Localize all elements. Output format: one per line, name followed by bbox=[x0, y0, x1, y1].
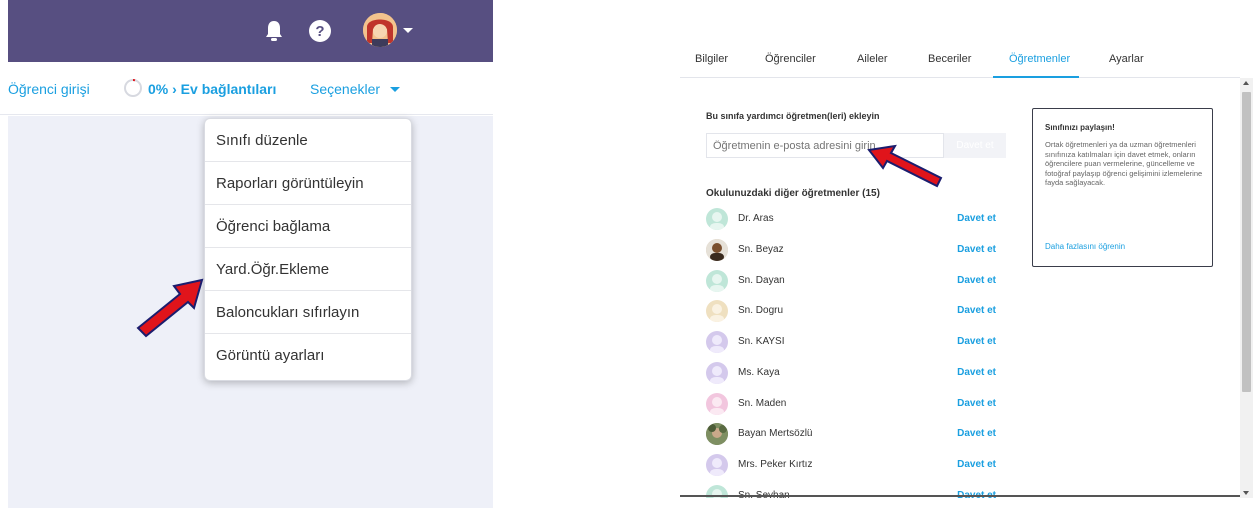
list-item: Ms. Kaya Davet et bbox=[706, 362, 1006, 390]
teacher-name: Ms. Kaya bbox=[738, 367, 780, 378]
menu-item-reset-bubbles[interactable]: Baloncukları sıfırlayın bbox=[205, 291, 411, 334]
menu-item-add-coteacher[interactable]: Yard.Öğr.Ekleme bbox=[205, 248, 411, 291]
scroll-up-icon[interactable] bbox=[1243, 81, 1249, 85]
list-item: Bayan Mertsözlü Davet et bbox=[706, 423, 1006, 451]
red-arrow-annotation bbox=[867, 144, 943, 188]
list-item: Sn. Maden Davet et bbox=[706, 393, 1006, 421]
share-card-body: Ortak öğretmenleri ya da uzman öğretmenl… bbox=[1045, 140, 1203, 188]
tab-students[interactable]: Öğrenciler bbox=[765, 53, 816, 65]
tab-settings[interactable]: Ayarlar bbox=[1109, 53, 1144, 65]
teacher-name: Sn. Dayan bbox=[738, 275, 785, 286]
invite-teacher-link[interactable]: Davet et bbox=[957, 213, 996, 224]
invite-teacher-link[interactable]: Davet et bbox=[957, 367, 996, 378]
share-class-card: Sınıfınızı paylaşın! Ortak öğretmenleri … bbox=[1032, 108, 1213, 267]
avatar bbox=[706, 393, 728, 415]
list-item: Sn. Dogru Davet et bbox=[706, 300, 1006, 328]
progress-ring-icon bbox=[124, 79, 142, 97]
invite-teacher-link[interactable]: Davet et bbox=[957, 305, 996, 316]
other-teachers-heading: Okulunuzdaki diğer öğretmenler (15) bbox=[706, 188, 880, 199]
class-subnav: Öğrenci girişi 0% › Ev bağlantıları Seçe… bbox=[0, 62, 493, 115]
share-card-title: Sınıfınızı paylaşın! bbox=[1045, 123, 1115, 132]
divider bbox=[680, 495, 1240, 497]
left-panel: ? Öğrenci girişi 0% › Ev bağlantıları Se… bbox=[0, 0, 493, 508]
active-tab-indicator bbox=[993, 76, 1079, 78]
tab-info[interactable]: Bilgiler bbox=[695, 53, 728, 65]
list-item: Dr. Aras Davet et bbox=[706, 208, 1006, 236]
scrollbar[interactable] bbox=[1240, 78, 1253, 498]
class-tabs: Bilgiler Öğrenciler Aileler Beceriler Öğ… bbox=[680, 38, 1240, 78]
avatar bbox=[706, 239, 728, 261]
avatar bbox=[706, 362, 728, 384]
options-menu: Sınıfı düzenle Raporları görüntüleyin Öğ… bbox=[204, 118, 412, 381]
teacher-name: Sn. Dogru bbox=[738, 305, 784, 316]
options-dropdown[interactable]: Seçenekler bbox=[310, 81, 380, 97]
home-connections-link[interactable]: 0% › Ev bağlantıları bbox=[148, 81, 276, 97]
red-arrow-annotation bbox=[136, 278, 204, 338]
list-item: Sn. Dayan Davet et bbox=[706, 270, 1006, 298]
teacher-name: Bayan Mertsözlü bbox=[738, 428, 813, 439]
scroll-thumb[interactable] bbox=[1242, 92, 1251, 392]
invite-teacher-link[interactable]: Davet et bbox=[957, 428, 996, 439]
scroll-down-icon[interactable] bbox=[1243, 491, 1249, 495]
user-avatar-menu[interactable] bbox=[363, 13, 423, 49]
menu-item-edit-class[interactable]: Sınıfı düzenle bbox=[205, 119, 411, 162]
student-login-link[interactable]: Öğrenci girişi bbox=[8, 81, 90, 97]
avatar bbox=[706, 423, 728, 445]
chevron-down-icon bbox=[403, 28, 413, 33]
learn-more-link[interactable]: Daha fazlasını öğrenin bbox=[1045, 242, 1125, 251]
help-icon[interactable]: ? bbox=[307, 18, 333, 44]
top-navbar: ? bbox=[8, 0, 493, 62]
invite-teacher-link[interactable]: Davet et bbox=[957, 398, 996, 409]
composite-screenshot: ? Öğrenci girişi 0% › Ev bağlantıları Se… bbox=[0, 0, 1253, 508]
list-item: Sn. Beyaz Davet et bbox=[706, 239, 1006, 267]
right-panel: Bilgiler Öğrenciler Aileler Beceriler Öğ… bbox=[680, 38, 1253, 498]
avatar bbox=[706, 208, 728, 230]
list-item: Mrs. Peker Kırtız Davet et bbox=[706, 454, 1006, 482]
add-coteacher-label: Bu sınıfa yardımcı öğretmen(leri) ekleyi… bbox=[706, 111, 880, 121]
svg-text:?: ? bbox=[315, 23, 324, 40]
avatar bbox=[706, 270, 728, 292]
menu-item-connect-students[interactable]: Öğrenci bağlama bbox=[205, 205, 411, 248]
avatar bbox=[706, 300, 728, 322]
teacher-name: Dr. Aras bbox=[738, 213, 774, 224]
menu-item-display-settings[interactable]: Görüntü ayarları bbox=[205, 334, 411, 377]
invite-teacher-link[interactable]: Davet et bbox=[957, 336, 996, 347]
tab-families[interactable]: Aileler bbox=[857, 53, 888, 65]
tab-teachers[interactable]: Öğretmenler bbox=[1009, 53, 1070, 65]
avatar bbox=[706, 331, 728, 353]
invite-teacher-link[interactable]: Davet et bbox=[957, 459, 996, 470]
invite-teacher-link[interactable]: Davet et bbox=[957, 275, 996, 286]
bell-icon[interactable] bbox=[261, 18, 287, 44]
tab-skills[interactable]: Beceriler bbox=[928, 53, 971, 65]
teacher-name: Mrs. Peker Kırtız bbox=[738, 459, 813, 470]
chevron-down-icon bbox=[390, 87, 400, 92]
teacher-name: Sn. Maden bbox=[738, 398, 787, 409]
invite-teacher-link[interactable]: Davet et bbox=[957, 244, 996, 255]
teacher-name: Sn. Beyaz bbox=[738, 244, 784, 255]
teacher-name: Sn. KAYSI bbox=[738, 336, 785, 347]
list-item: Sn. KAYSI Davet et bbox=[706, 331, 1006, 359]
menu-item-view-reports[interactable]: Raporları görüntüleyin bbox=[205, 162, 411, 205]
avatar bbox=[706, 454, 728, 476]
invite-button[interactable]: Davet et bbox=[944, 133, 1006, 158]
avatar bbox=[363, 13, 397, 47]
